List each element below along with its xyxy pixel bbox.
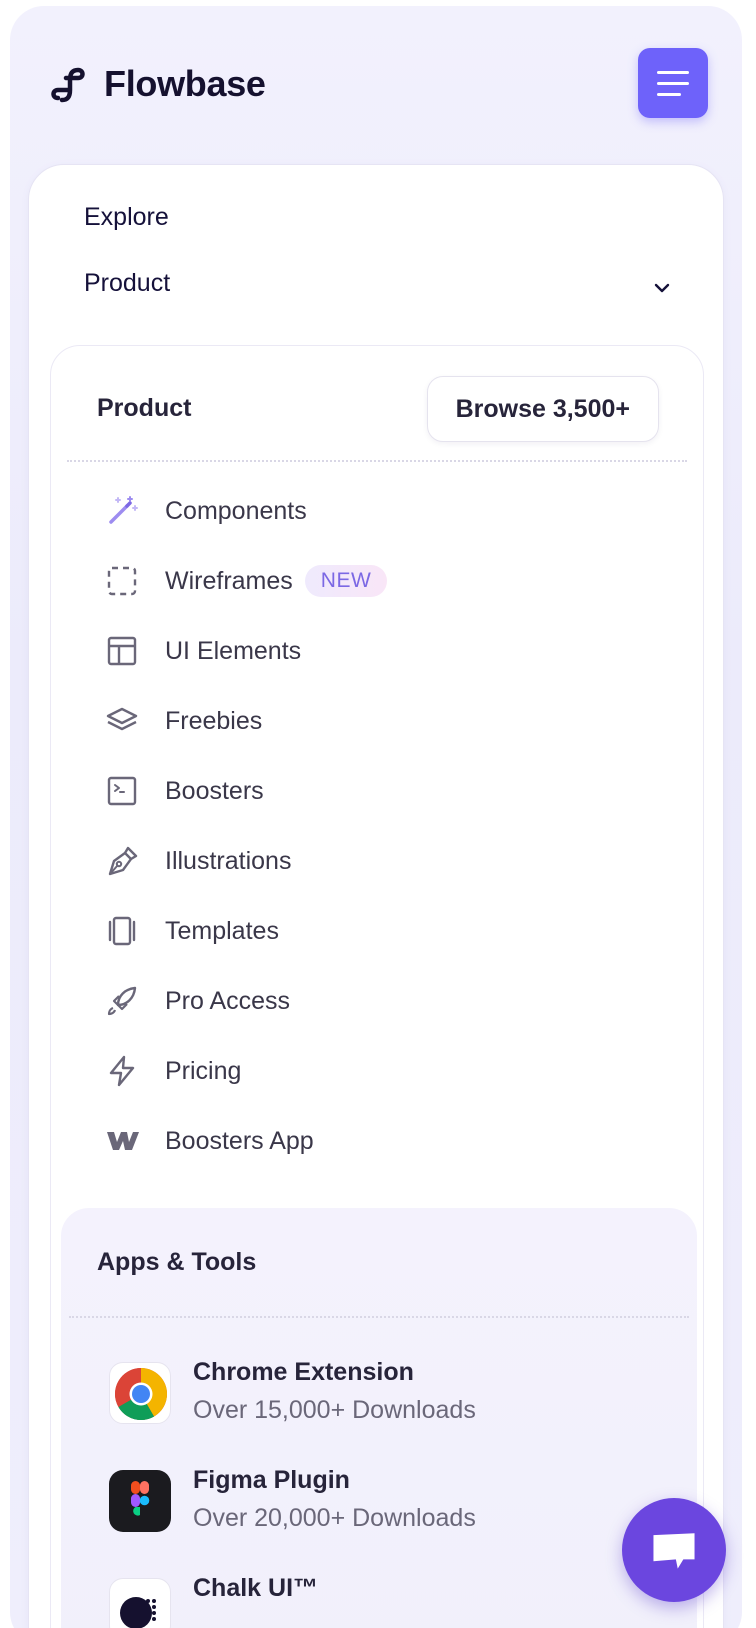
app-name: Chrome Extension xyxy=(193,1358,414,1386)
product-item-boosters-app[interactable]: Boosters App xyxy=(105,1106,665,1176)
product-item-label: Wireframes xyxy=(165,566,293,595)
rocket-icon xyxy=(105,984,139,1018)
nav-product-toggle[interactable]: Product xyxy=(84,269,170,298)
product-item-components[interactable]: Components xyxy=(105,476,665,546)
app-name: Figma Plugin xyxy=(193,1466,350,1494)
menu-line-icon xyxy=(657,70,689,74)
divider xyxy=(67,460,687,462)
lightning-icon xyxy=(105,1054,139,1088)
product-item-label: Components xyxy=(165,496,307,525)
product-item-wireframes[interactable]: Wireframes NEW xyxy=(105,546,665,616)
brand-logo[interactable]: Flowbase xyxy=(48,60,266,108)
product-item-boosters[interactable]: Boosters xyxy=(105,756,665,826)
product-item-label: Freebies xyxy=(165,706,263,735)
app-subtitle: Over 15,000+ Downloads xyxy=(193,1396,476,1424)
flowbase-logo-icon xyxy=(51,67,85,103)
product-item-label: Illustrations xyxy=(165,846,292,875)
chat-bubble-icon xyxy=(653,1533,695,1569)
webflow-logo-icon xyxy=(105,1124,139,1158)
mobile-menu: Explore Product Product Browse 3,500+ Co… xyxy=(28,164,724,1628)
terminal-icon xyxy=(105,774,139,808)
nav-explore-link[interactable]: Explore xyxy=(84,203,169,232)
product-item-label: Pricing xyxy=(165,1056,242,1085)
pen-tool-icon xyxy=(105,844,139,878)
product-item-pricing[interactable]: Pricing xyxy=(105,1036,665,1106)
product-item-pro-access[interactable]: Pro Access xyxy=(105,966,665,1036)
layers-icon xyxy=(105,704,139,738)
chat-button[interactable] xyxy=(622,1498,726,1602)
panel-title: Product xyxy=(97,394,192,422)
product-item-label: UI Elements xyxy=(165,636,302,665)
product-item-label: Pro Access xyxy=(165,986,291,1015)
product-item-label: Templates xyxy=(165,916,279,945)
divider xyxy=(69,1316,689,1318)
browse-button[interactable]: Browse 3,500+ xyxy=(426,376,659,442)
product-item-label: Boosters xyxy=(165,776,264,805)
app-item-chalk-ui[interactable]: Chalk UI™ xyxy=(109,1570,669,1628)
product-item-templates[interactable]: Templates xyxy=(105,896,665,966)
chevron-down-icon[interactable] xyxy=(651,277,673,299)
product-item-illustrations[interactable]: Illustrations xyxy=(105,826,665,896)
brand-name: Flowbase xyxy=(104,63,266,104)
dashed-square-icon xyxy=(105,564,139,598)
app-name: Chalk UI™ xyxy=(193,1574,319,1602)
layout-icon xyxy=(105,634,139,668)
chalk-ui-icon xyxy=(109,1578,171,1628)
hamburger-menu-button[interactable] xyxy=(638,48,708,118)
apps-tools-title: Apps & Tools xyxy=(97,1248,257,1276)
figma-icon xyxy=(109,1470,171,1532)
app-item-chrome-extension[interactable]: Chrome Extension Over 15,000+ Downloads xyxy=(109,1354,669,1434)
product-item-freebies[interactable]: Freebies xyxy=(105,686,665,756)
columns-icon xyxy=(105,914,139,948)
app-subtitle: Over 20,000+ Downloads xyxy=(193,1504,476,1532)
product-list: Components Wireframes NEW UI Elements Fr… xyxy=(105,476,665,1176)
product-dropdown-panel: Product Browse 3,500+ Components Wirefra… xyxy=(50,345,704,1628)
product-item-label: Boosters App xyxy=(165,1126,314,1155)
menu-line-icon xyxy=(657,92,681,96)
apps-tools-section: Apps & Tools Chrome Extension Over 15,00… xyxy=(61,1208,697,1628)
product-item-ui-elements[interactable]: UI Elements xyxy=(105,616,665,686)
app-item-figma-plugin[interactable]: Figma Plugin Over 20,000+ Downloads xyxy=(109,1462,669,1542)
chrome-icon xyxy=(109,1362,171,1424)
magic-wand-icon xyxy=(105,494,139,528)
menu-line-icon xyxy=(657,81,689,85)
site-header: Flowbase xyxy=(48,48,708,122)
new-badge: NEW xyxy=(304,565,388,597)
